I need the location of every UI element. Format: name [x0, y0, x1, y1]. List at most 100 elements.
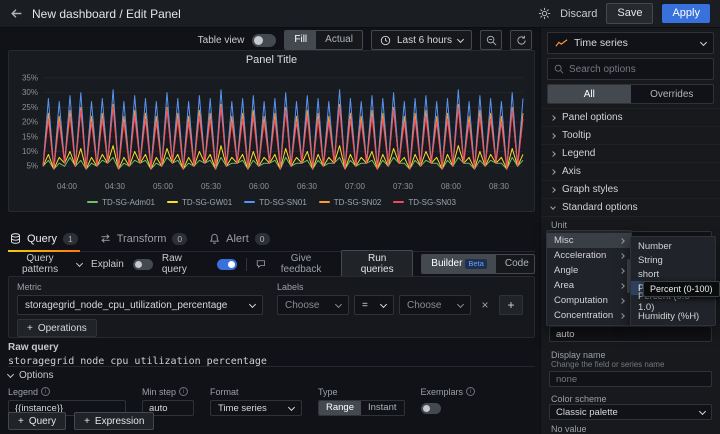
tab-transform[interactable]: Transform 0 [98, 226, 189, 251]
section-tooltip[interactable]: Tooltip [541, 127, 720, 145]
tab-alert-label: Alert [226, 233, 249, 245]
chevron-down-icon [457, 35, 464, 42]
color-scheme-select[interactable]: Classic palette [549, 404, 712, 420]
unit-category-area[interactable]: Area [547, 278, 631, 293]
svg-text:05:00: 05:00 [152, 182, 173, 191]
options-search-input[interactable] [569, 64, 707, 75]
min-input[interactable] [549, 326, 712, 342]
display-name-help: Change the field or series name [551, 360, 712, 369]
back-button[interactable] [10, 7, 23, 20]
fill-button[interactable]: Fill [285, 31, 316, 49]
unit-category-menu: Misc Acceleration Angle Area Computation… [546, 230, 632, 326]
query-builder-card: Metric storagegrid_node_cpu_utilization_… [8, 276, 535, 338]
time-series-chart[interactable]: 5%10%15%20%25%30%35%04:0004:3005:0005:30… [13, 69, 531, 195]
query-patterns-label: Query patterns [8, 253, 72, 275]
chevron-right-icon [619, 253, 625, 259]
svg-text:04:30: 04:30 [104, 182, 125, 191]
visualization-picker[interactable]: Time series [547, 32, 714, 54]
type-label: Type [318, 387, 338, 397]
add-query-label: Query [29, 416, 56, 427]
svg-text:20%: 20% [21, 118, 37, 127]
unit-item-short[interactable]: short [631, 267, 715, 281]
chevron-down-icon [699, 407, 706, 414]
chevron-right-icon [550, 169, 556, 175]
unit-category-misc[interactable]: Misc [547, 233, 631, 248]
add-query-button[interactable]: + Query [8, 412, 66, 430]
query-editor-toolbar: Query patterns Explain Raw query Give fe… [8, 254, 535, 274]
graph-icon [555, 38, 568, 48]
bell-icon [209, 233, 220, 244]
apply-button[interactable]: Apply [662, 4, 710, 23]
legend-item[interactable]: TD-SG-SN03 [393, 198, 456, 207]
unit-item-string[interactable]: String [631, 253, 715, 267]
label-name-placeholder: Choose [285, 300, 319, 311]
legend-item[interactable]: TD-SG-Adm01 [87, 198, 155, 207]
builder-button[interactable]: Builder Beta [422, 255, 496, 273]
exemplars-toggle[interactable] [421, 403, 441, 414]
unit-item-number[interactable]: Number [631, 239, 715, 253]
query-options-section: Options Legendi Min stepi Format Time se… [8, 366, 535, 416]
label-value-select[interactable]: Choose [399, 295, 471, 315]
actual-button[interactable]: Actual [316, 31, 362, 49]
section-graph-styles[interactable]: Graph styles [541, 181, 720, 199]
display-name-input[interactable] [549, 371, 712, 387]
refresh-button[interactable] [510, 30, 532, 50]
tab-all[interactable]: All [548, 85, 631, 103]
raw-query-toggle[interactable] [217, 259, 237, 270]
header: New dashboard / Edit Panel Discard Save … [0, 0, 720, 28]
legend-item[interactable]: TD-SG-SN01 [244, 198, 307, 207]
format-select[interactable]: Time series [210, 400, 302, 416]
add-operations-button[interactable]: + Operations [17, 319, 97, 337]
legend-item[interactable]: TD-SG-GW01 [167, 198, 232, 207]
section-axis[interactable]: Axis [541, 163, 720, 181]
explain-toggle[interactable] [133, 259, 153, 270]
table-view-toggle[interactable] [252, 34, 276, 47]
svg-text:10%: 10% [21, 147, 37, 156]
dashboard-settings-button[interactable] [538, 7, 551, 20]
query-patterns-dropdown[interactable]: Query patterns [8, 253, 82, 275]
metric-select[interactable]: storagegrid_node_cpu_utilization_percent… [17, 295, 263, 315]
section-legend[interactable]: Legend [541, 145, 720, 163]
tab-alert[interactable]: Alert 0 [207, 226, 271, 251]
chevron-down-icon [380, 300, 387, 307]
zoom-out-button[interactable] [480, 30, 502, 50]
type-range-button[interactable]: Range [319, 401, 361, 415]
unit-category-concentration[interactable]: Concentration [547, 308, 631, 323]
label-operator-select[interactable]: = [354, 295, 394, 315]
unit-category-angle[interactable]: Angle [547, 263, 631, 278]
label-operator-value: = [362, 300, 368, 311]
no-value-label: No value [551, 424, 587, 434]
unit-category-acceleration[interactable]: Acceleration [547, 248, 631, 263]
beta-badge: Beta [465, 259, 486, 269]
close-icon: × [481, 298, 488, 312]
discard-button[interactable]: Discard [560, 8, 597, 20]
magnifier-minus-icon [486, 35, 497, 46]
section-label: Standard options [562, 202, 638, 213]
section-panel-options[interactable]: Panel options [541, 109, 720, 127]
run-queries-button[interactable]: Run queries [341, 250, 413, 278]
category-label: Area [554, 280, 574, 291]
type-instant-button[interactable]: Instant [361, 401, 404, 415]
options-collapse-header[interactable]: Options [8, 370, 53, 381]
add-expression-button[interactable]: + Expression [74, 412, 154, 430]
unit-category-computation[interactable]: Computation [547, 293, 631, 308]
unit-item-percent-0-1[interactable]: Percent (0.0-1.0) [631, 295, 715, 309]
builder-code-group: Builder Beta Code [421, 254, 535, 274]
page-title: New dashboard / Edit Panel [32, 7, 181, 21]
legend-label: TD-SG-SN02 [334, 198, 382, 207]
save-button[interactable]: Save [606, 3, 653, 24]
label-name-select[interactable]: Choose [277, 295, 349, 315]
query-count-badge: 1 [63, 233, 78, 245]
remove-label-button[interactable]: × [476, 295, 494, 315]
tab-query[interactable]: Query 1 [8, 226, 80, 251]
tab-query-label: Query [27, 233, 57, 245]
metric-value: storagegrid_node_cpu_utilization_percent… [25, 300, 227, 311]
legend-item[interactable]: TD-SG-SN02 [319, 198, 382, 207]
time-range-picker[interactable]: Last 6 hours [371, 30, 472, 50]
give-feedback-link[interactable]: Give feedback [256, 253, 332, 275]
section-standard-options[interactable]: Standard options [541, 199, 720, 217]
add-label-button[interactable]: + [499, 295, 523, 315]
code-button[interactable]: Code [496, 255, 535, 273]
plus-icon: + [18, 416, 24, 427]
tab-overrides[interactable]: Overrides [631, 85, 714, 103]
